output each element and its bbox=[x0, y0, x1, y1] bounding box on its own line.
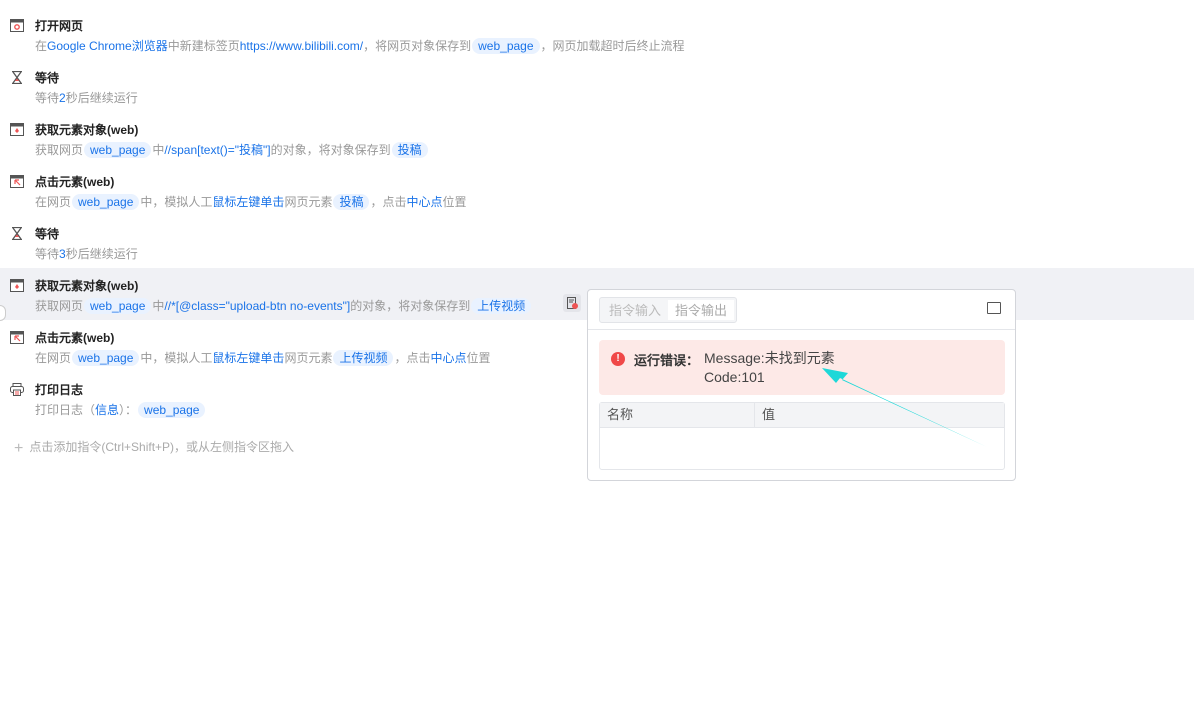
desc-text: 在 bbox=[35, 39, 48, 53]
step-description: 打印日志（信息）： web_page bbox=[35, 401, 206, 419]
step-title: 点击元素(web) bbox=[35, 175, 115, 189]
browser-click-icon bbox=[10, 331, 24, 344]
table-header: 名称 值 bbox=[600, 403, 1004, 428]
error-alert: ! 运行错误： Message:未找到元素 Code:101 bbox=[599, 340, 1005, 395]
step-title: 等待 bbox=[35, 71, 60, 85]
desc-text: 位置 bbox=[442, 195, 467, 209]
desc-text: 网页元素 bbox=[284, 195, 333, 209]
error-text: Message:未找到元素 Code:101 bbox=[704, 349, 835, 387]
desc-text: 的对象，将对象保存到 bbox=[270, 143, 391, 157]
hourglass-icon bbox=[10, 70, 24, 85]
error-message: Message:未找到元素 bbox=[704, 350, 835, 366]
step-title: 获取元素对象(web) bbox=[35, 279, 139, 293]
tab-command-input[interactable]: 指令输入 bbox=[602, 300, 668, 320]
step-description: 在网页 web_page 中，模拟人工鼠标左键单击网页元素 投稿 ，点击中心点位置 bbox=[35, 193, 467, 211]
desc-text: 在网页 bbox=[35, 351, 72, 365]
step-description: 在网页 web_page 中，模拟人工鼠标左键单击网页元素 上传视频 ，点击中心点位置 bbox=[35, 349, 491, 367]
collapse-icon[interactable] bbox=[987, 302, 1001, 314]
desc-text: 秒后继续运行 bbox=[65, 91, 138, 105]
error-log-icon[interactable] bbox=[563, 294, 581, 312]
tab-command-output[interactable]: 指令输出 bbox=[668, 300, 735, 320]
browser-element-icon bbox=[10, 279, 24, 292]
step-title: 获取元素对象(web) bbox=[35, 123, 139, 137]
param-text: 鼠标左键单击 bbox=[212, 351, 285, 365]
hourglass-icon bbox=[10, 226, 24, 241]
step-title: 等待 bbox=[35, 227, 60, 241]
flow-step[interactable]: 点击元素(web) 在网页 web_page 中，模拟人工鼠标左键单击网页元素 投稿 ，点… bbox=[0, 164, 1194, 216]
desc-text: 秒后继续运行 bbox=[65, 247, 138, 261]
flow-step[interactable]: 等待 等待2秒后继续运行 bbox=[0, 60, 1194, 112]
variable-chip[interactable]: web_page bbox=[72, 194, 140, 210]
param-text: //span[text()="投稿"] bbox=[164, 143, 271, 157]
desc-text: ，网页加载超时后终止流程 bbox=[540, 39, 685, 53]
param-text: 中心点 bbox=[430, 351, 467, 365]
output-table: 名称 值 bbox=[599, 402, 1005, 470]
flow-step[interactable]: 打开网页在Google Chrome浏览器中新建标签页https://www.b… bbox=[0, 8, 1194, 60]
flow-step[interactable]: 获取元素对象(web) 获取网页 web_page 中//span[text()="投… bbox=[0, 112, 1194, 164]
desc-text: 中 bbox=[152, 143, 165, 157]
variable-chip[interactable]: 投稿 bbox=[333, 194, 370, 210]
desc-text: ，点击 bbox=[370, 195, 407, 209]
column-value: 值 bbox=[762, 407, 776, 422]
step-description: 等待3秒后继续运行 bbox=[35, 245, 138, 263]
variable-chip[interactable]: web_page bbox=[138, 402, 206, 418]
desc-text: ，将网页对象保存到 bbox=[363, 39, 472, 53]
desc-text: 网页元素 bbox=[284, 351, 333, 365]
desc-text: 获取网页 bbox=[35, 299, 84, 313]
variable-chip[interactable]: 上传视频 bbox=[471, 298, 532, 314]
desc-text: 在网页 bbox=[35, 195, 72, 209]
flow-step[interactable]: 等待 等待3秒后继续运行 bbox=[0, 216, 1194, 268]
run-output-panel: 指令输入 指令输出 ! 运行错误： Message:未找到元素 Code:101… bbox=[587, 289, 1016, 481]
variable-chip[interactable]: 上传视频 bbox=[333, 350, 394, 366]
param-text: 信息 bbox=[95, 403, 120, 417]
variable-chip[interactable]: web_page bbox=[84, 142, 152, 158]
desc-text: 中，模拟人工 bbox=[140, 195, 213, 209]
param-text: Google Chrome浏览器 bbox=[47, 39, 168, 53]
browser-element-icon bbox=[10, 123, 24, 136]
desc-text: 中，模拟人工 bbox=[140, 351, 213, 365]
variable-chip[interactable]: 投稿 bbox=[391, 142, 428, 158]
step-title: 打开网页 bbox=[35, 19, 84, 33]
add-command-hint[interactable]: + 点击添加指令(Ctrl+Shift+P)，或从左侧指令区拖入 bbox=[14, 438, 294, 458]
printer-icon bbox=[10, 383, 24, 396]
desc-text: ，点击 bbox=[394, 351, 431, 365]
step-description: 等待2秒后继续运行 bbox=[35, 89, 138, 107]
desc-text: 等待 bbox=[35, 91, 60, 105]
panel-tabs: 指令输入 指令输出 bbox=[599, 297, 738, 323]
plus-icon: + bbox=[14, 440, 24, 457]
divider bbox=[588, 329, 1015, 330]
step-description: 获取网页 web_page 中//span[text()="投稿"]的对象，将对象保… bbox=[35, 141, 429, 159]
desc-text: 获取网页 bbox=[35, 143, 84, 157]
step-title: 点击元素(web) bbox=[35, 331, 115, 345]
param-text: https://www.bilibili.com/ bbox=[239, 39, 364, 53]
desc-text: 中 bbox=[152, 299, 165, 313]
error-code: Code:101 bbox=[704, 369, 765, 385]
param-text: //*[@class="upload-btn no-events"] bbox=[164, 299, 351, 313]
desc-text: ）： bbox=[119, 403, 138, 417]
step-description: 在Google Chrome浏览器中新建标签页https://www.bilib… bbox=[35, 37, 685, 55]
browser-click-icon bbox=[10, 175, 24, 188]
step-description: 获取网页 web_page 中//*[@class="upload-btn no-e… bbox=[35, 297, 532, 315]
variable-chip[interactable]: web_page bbox=[472, 38, 540, 54]
desc-text: 的对象，将对象保存到 bbox=[350, 299, 471, 313]
variable-chip[interactable]: web_page bbox=[84, 298, 152, 314]
column-name: 名称 bbox=[600, 403, 755, 427]
param-text: 鼠标左键单击 bbox=[212, 195, 285, 209]
browser-open-icon bbox=[10, 19, 24, 32]
param-text: 3 bbox=[59, 247, 66, 261]
error-icon: ! bbox=[611, 352, 625, 366]
param-text: 2 bbox=[59, 91, 66, 105]
desc-text: 等待 bbox=[35, 247, 60, 261]
variable-chip[interactable]: web_page bbox=[72, 350, 140, 366]
add-command-label: 点击添加指令(Ctrl+Shift+P)，或从左侧指令区拖入 bbox=[29, 440, 295, 454]
desc-text: 打印日志（ bbox=[35, 403, 96, 417]
step-title: 打印日志 bbox=[35, 383, 84, 397]
error-label: 运行错误： bbox=[634, 353, 700, 368]
desc-text: 中新建标签页 bbox=[167, 39, 240, 53]
param-text: 中心点 bbox=[406, 195, 443, 209]
desc-text: 位置 bbox=[466, 351, 491, 365]
